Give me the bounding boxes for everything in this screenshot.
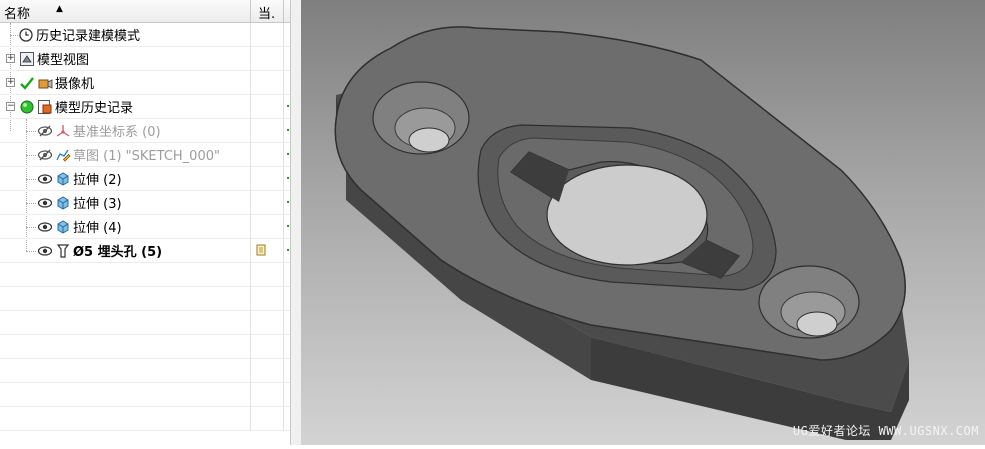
column-header-name[interactable]: 名称 xyxy=(4,3,30,22)
part-navigator: 名称 ▲ 当. 历史记录建模模式 + 模型视图 + 摄像机 − 模型历史记录 基… xyxy=(0,0,291,445)
tree-row-datum-csys[interactable]: 基准坐标系 (0) xyxy=(0,119,290,143)
tree-row-countersink-hole[interactable]: Ø5 埋头孔 (5) xyxy=(0,239,290,263)
tree-row-label: 拉伸 (3) xyxy=(73,197,122,212)
visible-eye-icon[interactable] xyxy=(37,219,53,235)
empty-row xyxy=(0,335,290,359)
empty-row xyxy=(0,263,290,287)
countersink-hole-icon xyxy=(55,243,71,259)
tree-guide-line xyxy=(26,179,36,180)
tree-row-extrude-3[interactable]: 拉伸 (3) xyxy=(0,191,290,215)
expand-toggle[interactable]: + xyxy=(6,78,15,87)
visible-eye-icon[interactable] xyxy=(37,243,53,259)
sketch-icon xyxy=(55,147,71,163)
visible-eye-icon[interactable] xyxy=(37,171,53,187)
extrude-icon xyxy=(55,219,71,235)
tree-guide-line xyxy=(26,251,36,252)
camera-icon xyxy=(37,75,53,91)
graphics-viewport[interactable]: UG爱好者论坛 WWW.UGSNX.COM xyxy=(301,0,985,445)
column-header-current[interactable]: 当. xyxy=(258,3,275,22)
tree-row-extrude-2[interactable]: 拉伸 (2) xyxy=(0,167,290,191)
hidden-eye-icon[interactable] xyxy=(37,123,53,139)
tree-row-label: 摄像机 xyxy=(55,77,95,92)
tree-row-label: 拉伸 (4) xyxy=(73,221,122,236)
hidden-eye-icon[interactable] xyxy=(37,147,53,163)
empty-row xyxy=(0,383,290,407)
latest-feature-icon xyxy=(256,244,266,256)
status-ok-icon xyxy=(19,99,35,115)
model-view-icon xyxy=(19,51,35,67)
tree-row-extrude-4[interactable]: 拉伸 (4) xyxy=(0,215,290,239)
sort-ascending-icon[interactable]: ▲ xyxy=(56,4,63,14)
empty-row xyxy=(0,359,290,383)
tree-row-label: 拉伸 (2) xyxy=(73,173,122,188)
tree-guide-line xyxy=(26,203,36,204)
empty-row xyxy=(0,287,290,311)
visible-eye-icon[interactable] xyxy=(37,195,53,211)
tree-guide-line xyxy=(26,227,36,228)
datum-csys-icon xyxy=(55,123,71,139)
tree-row-label: 模型历史记录 xyxy=(55,101,134,116)
column-separator[interactable] xyxy=(283,0,284,22)
navigator-tree: 历史记录建模模式 + 模型视图 + 摄像机 − 模型历史记录 基准坐标系 (0)… xyxy=(0,23,290,431)
clock-icon xyxy=(18,27,34,43)
extrude-icon xyxy=(55,171,71,187)
empty-row xyxy=(0,407,290,431)
tree-guide-line xyxy=(26,155,36,156)
empty-row xyxy=(0,311,290,335)
navigator-header: 名称 ▲ 当. xyxy=(0,0,290,23)
tree-row-label: 模型视图 xyxy=(37,53,90,68)
tree-row-history-mode[interactable]: 历史记录建模模式 xyxy=(0,23,290,47)
tree-row-model-history[interactable]: − 模型历史记录 xyxy=(0,95,290,119)
tree-row-label: Ø5 埋头孔 (5) xyxy=(73,245,163,260)
through-hole xyxy=(546,164,708,266)
tree-row-label: 基准坐标系 (0) xyxy=(73,125,161,140)
checkmark-icon[interactable] xyxy=(19,75,35,91)
tree-row-sketch[interactable]: 草图 (1) "SKETCH_000" xyxy=(0,143,290,167)
tree-row-cameras[interactable]: + 摄像机 xyxy=(0,71,290,95)
part-model-render[interactable] xyxy=(301,0,985,445)
tree-row-label: 草图 (1) "SKETCH_000" xyxy=(73,149,220,164)
watermark-text: UG爱好者论坛 WWW.UGSNX.COM xyxy=(792,424,979,438)
hole-right xyxy=(796,311,838,337)
extrude-icon xyxy=(55,195,71,211)
expand-toggle[interactable]: + xyxy=(6,54,15,63)
tree-guide-line xyxy=(26,131,36,132)
column-separator[interactable] xyxy=(250,0,251,22)
tree-row-model-views[interactable]: + 模型视图 xyxy=(0,47,290,71)
hole-left xyxy=(408,127,450,153)
tree-row-label: 历史记录建模模式 xyxy=(36,29,141,44)
model-history-icon xyxy=(37,99,53,115)
tree-guide-line xyxy=(10,35,18,36)
collapse-toggle[interactable]: − xyxy=(6,102,15,111)
